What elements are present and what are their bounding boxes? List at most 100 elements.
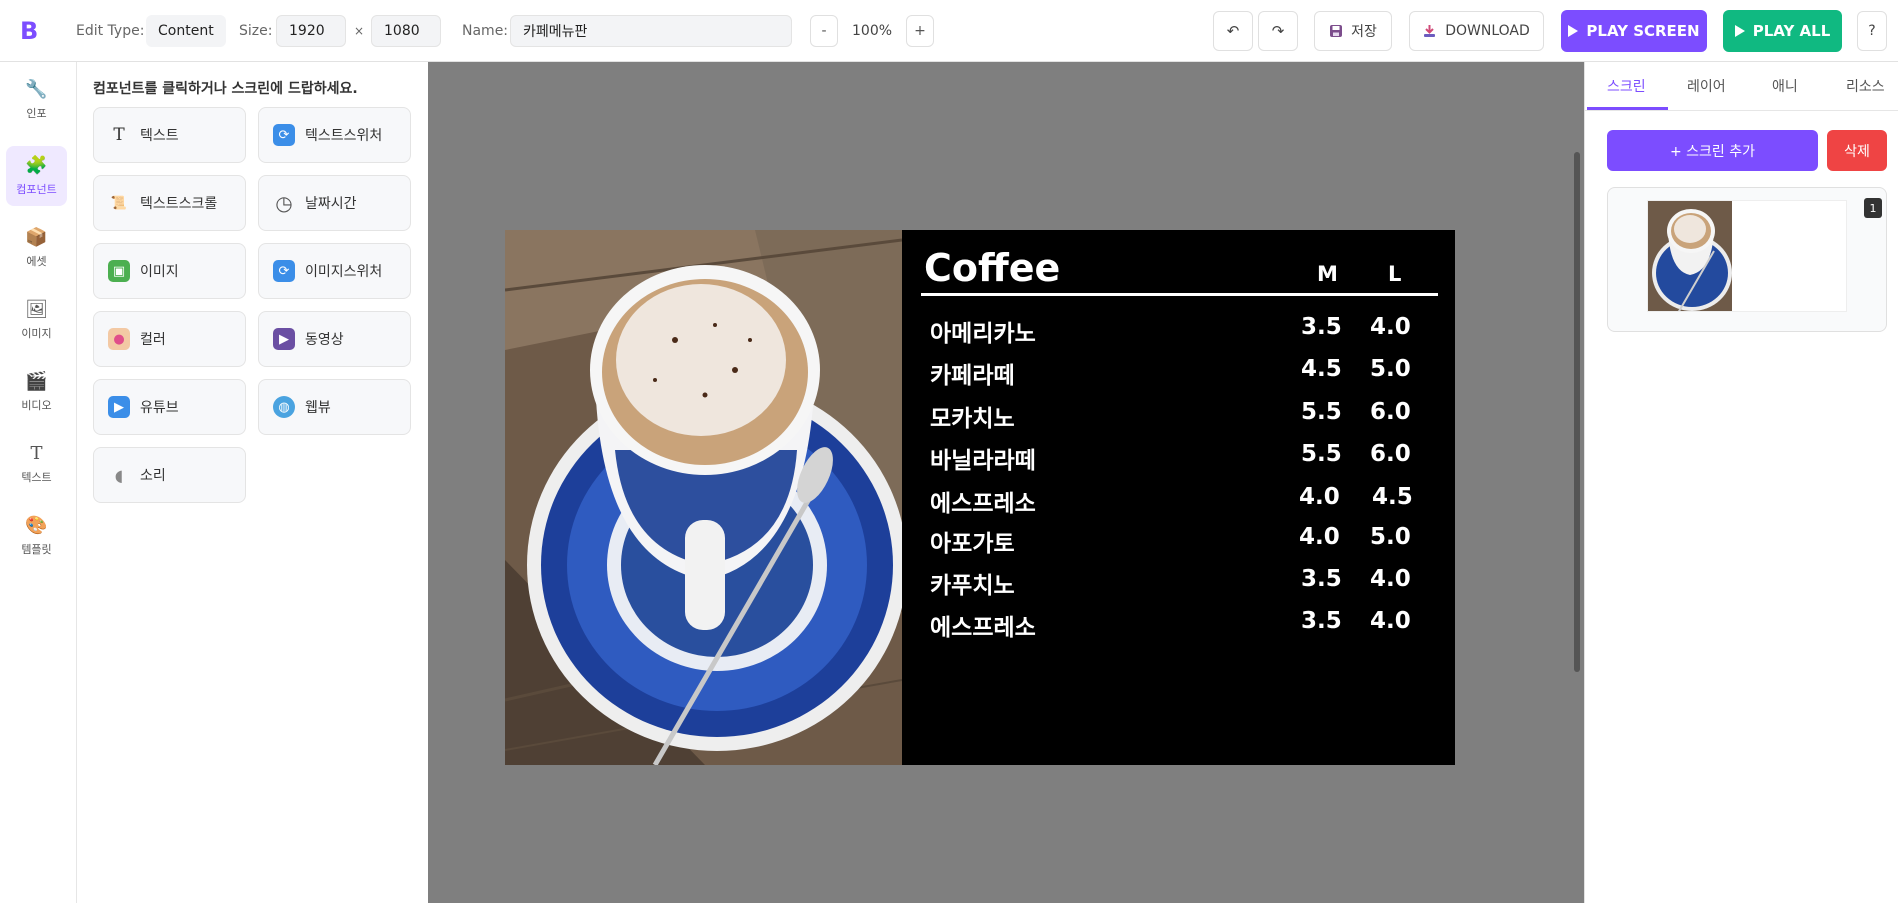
clapper-icon: 🎬 <box>25 371 48 392</box>
switch-icon: ⟳ <box>273 124 295 146</box>
palette-icon: ● <box>108 328 130 350</box>
nav-item-info[interactable]: 🔧 인포 <box>6 70 67 130</box>
text-icon: T <box>30 443 43 464</box>
menu-price-m: 4.5 <box>1301 356 1342 382</box>
zoom-out-button[interactable]: - <box>810 15 838 47</box>
redo-icon: ↷ <box>1271 22 1285 40</box>
save-icon <box>1330 25 1343 37</box>
add-screen-button[interactable]: + 스크린 추가 <box>1607 130 1818 171</box>
component-color[interactable]: ● 컬러 <box>93 311 246 367</box>
wrench-icon: 🔧 <box>25 79 48 100</box>
menu-row: 아포가토 4.0 5.0 <box>902 524 1455 558</box>
menu-price-l: 6.0 <box>1370 441 1411 467</box>
menu-item-name: 카페라떼 <box>930 363 1015 389</box>
component-image-switcher[interactable]: ⟳ 이미지스위처 <box>258 243 411 299</box>
redo-button[interactable]: ↷ <box>1258 11 1298 51</box>
component-webview[interactable]: ◍ 웹뷰 <box>258 379 411 435</box>
component-label: 날짜시간 <box>305 196 357 212</box>
menu-price-l: 4.0 <box>1370 608 1411 634</box>
component-label: 텍스트스크롤 <box>140 196 218 212</box>
component-youtube[interactable]: ▶ 유튜브 <box>93 379 246 435</box>
screen-name-input[interactable]: 카페메뉴판 <box>510 15 792 47</box>
component-sound[interactable]: ◖ 소리 <box>93 447 246 503</box>
size-label: Size: <box>239 23 273 39</box>
play-icon <box>1734 25 1745 37</box>
right-panel: 스크린 레이어 애니 리소스 + 스크린 추가 삭제 1 <box>1584 62 1898 903</box>
menu-price-l: 5.0 <box>1370 524 1411 550</box>
tab-screen[interactable]: 스크린 <box>1607 76 1646 96</box>
nav-item-assets[interactable]: 📦 에셋 <box>6 218 67 278</box>
nav-item-components[interactable]: 🧩 컴포넌트 <box>6 146 67 206</box>
menu-item-name: 모카치노 <box>930 406 1015 432</box>
help-button[interactable]: ? <box>1857 11 1887 51</box>
component-image[interactable]: ▣ 이미지 <box>93 243 246 299</box>
menu-row: 카페라떼 4.5 5.0 <box>902 356 1455 390</box>
menu-title: Coffee <box>924 246 1061 290</box>
nav-item-video[interactable]: 🎬 비디오 <box>6 362 67 422</box>
clapper-icon: ▶ <box>273 328 295 350</box>
tab-layer[interactable]: 레이어 <box>1687 76 1726 96</box>
menu-item-name: 에스프레소 <box>930 491 1036 517</box>
edit-type-select[interactable]: Content <box>146 15 226 47</box>
menu-row: 카푸치노 3.5 4.0 <box>902 566 1455 600</box>
undo-button[interactable]: ↶ <box>1213 11 1253 51</box>
top-toolbar: B Edit Type: Content Size: 1920 × 1080 N… <box>0 0 1898 62</box>
tab-resources[interactable]: 리소스 <box>1846 76 1885 96</box>
component-text-switcher[interactable]: ⟳ 텍스트스위처 <box>258 107 411 163</box>
menu-item-name: 아포가토 <box>930 531 1015 557</box>
name-label: Name: <box>462 23 509 39</box>
download-label: DOWNLOAD <box>1445 23 1530 39</box>
nav-item-templates[interactable]: 🎨 템플릿 <box>6 506 67 566</box>
nav-item-images[interactable]: 🖼 이미지 <box>6 290 67 350</box>
component-label: 이미지스위처 <box>305 264 383 280</box>
nav-item-label: 인포 <box>26 107 47 120</box>
component-panel-title: 컴포넌트를 클릭하거나 스크린에 드랍하세요. <box>93 81 358 97</box>
menu-row: 에스프레소 4.0 4.5 <box>902 484 1455 518</box>
palette-icon: 🎨 <box>25 515 48 536</box>
menu-column-l: L <box>1388 262 1402 286</box>
play-all-button[interactable]: PLAY ALL <box>1723 10 1842 52</box>
thumbnail-photo <box>1648 201 1732 311</box>
size-separator: × <box>354 24 365 38</box>
menu-price-l: 6.0 <box>1370 399 1411 425</box>
screen-number-badge: 1 <box>1864 198 1882 218</box>
nav-item-label: 텍스트 <box>21 471 52 484</box>
height-input[interactable]: 1080 <box>371 15 441 47</box>
play-screen-button[interactable]: PLAY SCREEN <box>1561 10 1707 52</box>
menu-price-l: 5.0 <box>1370 356 1411 382</box>
tab-animation[interactable]: 애니 <box>1772 76 1798 96</box>
component-text[interactable]: T 텍스트 <box>93 107 246 163</box>
menu-price-m: 5.5 <box>1301 399 1342 425</box>
nav-item-label: 컴포넌트 <box>16 183 57 196</box>
component-label: 동영상 <box>305 332 344 348</box>
download-button[interactable]: DOWNLOAD <box>1409 11 1544 51</box>
component-video[interactable]: ▶ 동영상 <box>258 311 411 367</box>
nav-item-text[interactable]: T 텍스트 <box>6 434 67 494</box>
width-input[interactable]: 1920 <box>276 15 346 47</box>
globe-icon: ◍ <box>273 396 295 418</box>
component-label: 유튜브 <box>140 400 179 416</box>
delete-screen-button[interactable]: 삭제 <box>1827 130 1887 171</box>
app-logo: B <box>20 17 39 45</box>
nav-item-label: 비디오 <box>21 399 52 412</box>
component-datetime[interactable]: ◷ 날짜시간 <box>258 175 411 231</box>
menu-price-m: 3.5 <box>1301 566 1342 592</box>
menu-price-m: 4.0 <box>1299 484 1340 510</box>
save-button[interactable]: 저장 <box>1314 11 1392 51</box>
screen-thumbnail-card[interactable]: 1 <box>1607 187 1887 332</box>
coffee-photo[interactable] <box>505 230 902 765</box>
canvas-scrollbar[interactable] <box>1574 152 1580 672</box>
save-label: 저장 <box>1351 24 1377 40</box>
screen-preview[interactable]: Coffee M L 아메리카노 3.5 4.0 카페라떼 4.5 5.0 모카… <box>505 230 1455 765</box>
menu-price-m: 3.5 <box>1301 314 1342 340</box>
undo-icon: ↶ <box>1226 22 1240 40</box>
play-screen-label: PLAY SCREEN <box>1586 22 1700 40</box>
screen-thumbnail[interactable] <box>1647 200 1847 312</box>
menu-row: 에스프레소 3.5 4.0 <box>902 608 1455 642</box>
component-text-scroll[interactable]: 📜 텍스트스크롤 <box>93 175 246 231</box>
menu-column-m: M <box>1317 262 1338 286</box>
component-label: 이미지 <box>140 264 179 280</box>
edit-type-label: Edit Type: <box>76 23 145 39</box>
zoom-in-button[interactable]: + <box>906 15 934 47</box>
menu-item-name: 카푸치노 <box>930 573 1015 599</box>
